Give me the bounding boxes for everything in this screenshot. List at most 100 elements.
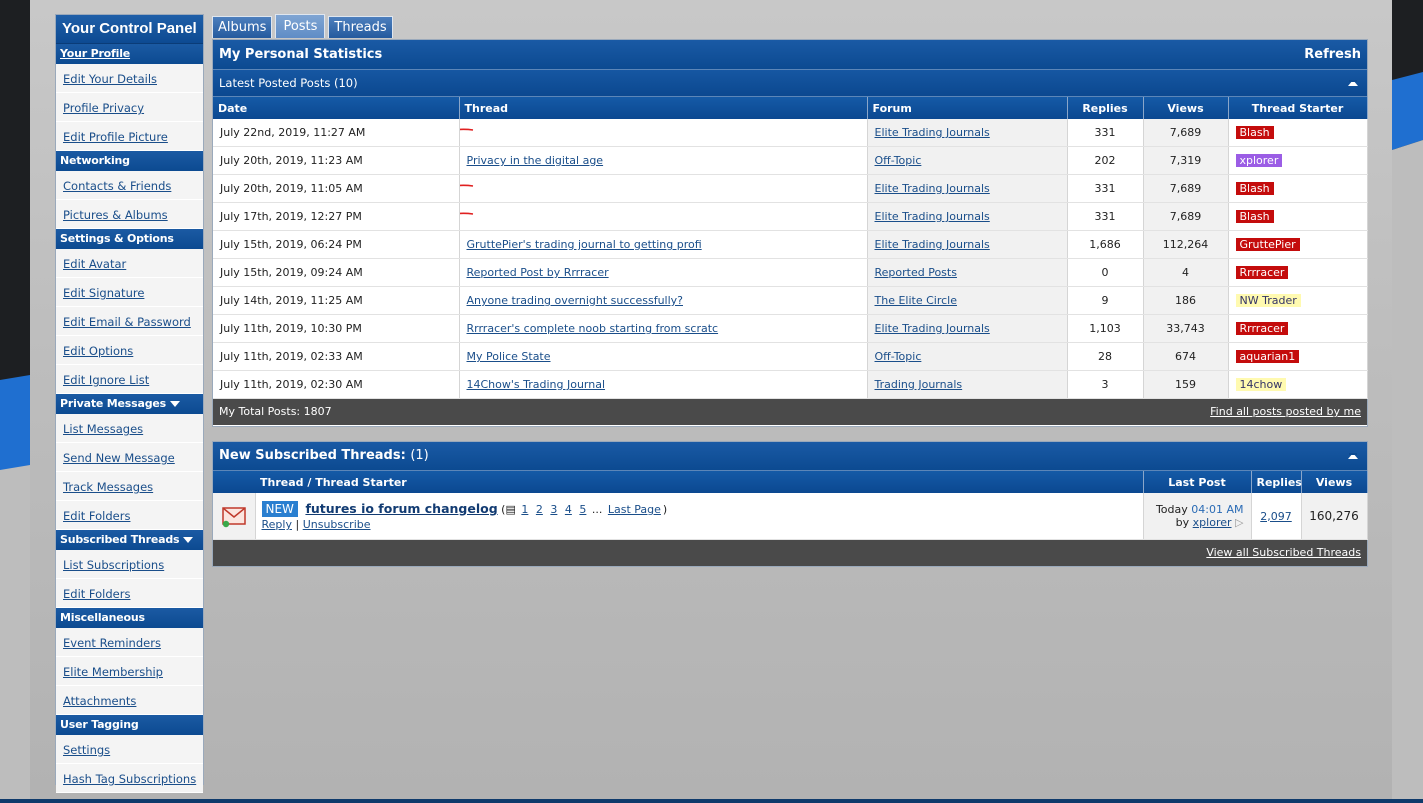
- forum-cell-link[interactable]: Off-Topic: [875, 154, 922, 167]
- sidebar-section-private-messages[interactable]: Private Messages: [56, 394, 203, 414]
- refresh-button[interactable]: Refresh: [1304, 40, 1361, 69]
- page-link-5[interactable]: 5: [579, 503, 586, 516]
- sidebar-section-your-profile[interactable]: Your Profile: [56, 44, 203, 64]
- sidebar-link-attachments[interactable]: Attachments: [63, 694, 136, 708]
- sidebar-link-settings[interactable]: Settings: [63, 743, 110, 757]
- sidebar-link-hash-tag-subscriptions[interactable]: Hash Tag Subscriptions: [63, 772, 196, 786]
- thread-cell-link[interactable]: Anyone trading overnight successfully?: [467, 294, 684, 307]
- table-row: July 11th, 2019, 02:33 AM My Police State…: [213, 342, 1368, 371]
- sidebar-link-edit-ignore-list[interactable]: Edit Ignore List: [63, 373, 149, 387]
- column-header-thread-starter[interactable]: Thread Starter: [1228, 97, 1368, 119]
- thread-cell-link[interactable]: Privacy in the digital age: [467, 154, 604, 167]
- sidebar-link-list-messages[interactable]: List Messages: [63, 422, 143, 436]
- column-header-replies[interactable]: Replies: [1067, 97, 1144, 119]
- view-all-subscribed-link[interactable]: View all Subscribed Threads: [1206, 540, 1361, 566]
- sidebar-link-edit-options[interactable]: Edit Options: [63, 344, 133, 358]
- thread-starter-badge[interactable]: Rrrracer: [1235, 322, 1289, 335]
- views-cell: 159: [1143, 370, 1229, 399]
- views-cell: 7,689: [1143, 119, 1229, 147]
- subscribed-title-wrap: New Subscribed Threads: (1): [219, 442, 429, 470]
- latest-posts-table: Date Thread Forum Replies Views Thread S…: [213, 97, 1368, 399]
- collapse-icon[interactable]: [1348, 453, 1358, 459]
- replies-cell: 331: [1067, 119, 1144, 147]
- sidebar-section-label: Subscribed Threads: [60, 533, 180, 546]
- last-post-user-link[interactable]: xplorer: [1193, 516, 1232, 529]
- sidebar-link-contacts-friends[interactable]: Contacts & Friends: [63, 179, 171, 193]
- thread-starter-badge[interactable]: aquarian1: [1235, 350, 1300, 363]
- sidebar-link-edit-folders[interactable]: Edit Folders: [63, 587, 130, 601]
- sidebar-section-settings-options: Settings & Options: [56, 229, 203, 249]
- sidebar-link-pictures-albums[interactable]: Pictures & Albums: [63, 208, 168, 222]
- column-header-views[interactable]: Views: [1301, 471, 1368, 493]
- replies-link[interactable]: 2,097: [1260, 510, 1292, 523]
- collapse-icon[interactable]: [1348, 80, 1358, 86]
- thread-title-link[interactable]: futures io forum changelog: [305, 501, 497, 516]
- thread-cell-link[interactable]: Rrrracer's complete noob starting from s…: [467, 322, 719, 335]
- find-all-posts-link[interactable]: Find all posts posted by me: [1210, 399, 1361, 425]
- column-header-date[interactable]: Date: [213, 97, 460, 119]
- last-page-link[interactable]: Last Page: [608, 503, 661, 516]
- forum-cell-link[interactable]: Elite Trading Journals: [875, 322, 990, 335]
- column-header-views[interactable]: Views: [1143, 97, 1229, 119]
- caret-down-icon[interactable]: [170, 401, 181, 407]
- sidebar-link-edit-signature[interactable]: Edit Signature: [63, 286, 144, 300]
- column-header-thread-starter[interactable]: Thread / Thread Starter: [255, 471, 1144, 493]
- sidebar-link-send-new-message[interactable]: Send New Message: [63, 451, 175, 465]
- thread-starter-badge[interactable]: GruttePier: [1235, 238, 1300, 251]
- column-header-thread[interactable]: Thread: [459, 97, 868, 119]
- forum-cell-link[interactable]: Elite Trading Journals: [875, 238, 990, 251]
- sidebar-link-track-messages[interactable]: Track Messages: [63, 480, 153, 494]
- date-cell: July 15th, 2019, 06:24 PM: [213, 230, 460, 259]
- views-cell: 33,743: [1143, 314, 1229, 343]
- sidebar-link-edit-folders[interactable]: Edit Folders: [63, 509, 130, 523]
- column-header-last-post[interactable]: Last Post: [1143, 471, 1252, 493]
- thread-cell-link[interactable]: My Police State: [467, 350, 551, 363]
- unsubscribe-link[interactable]: Unsubscribe: [303, 518, 371, 531]
- thread-starter-badge[interactable]: NW Trader: [1235, 294, 1301, 307]
- sidebar-link-edit-profile-picture[interactable]: Edit Profile Picture: [63, 130, 168, 144]
- caret-down-icon[interactable]: [183, 537, 194, 543]
- column-header-replies[interactable]: Replies: [1251, 471, 1302, 493]
- thread-cell-link[interactable]: GruttePier's trading journal to getting …: [467, 238, 702, 251]
- sidebar-title: Your Control Panel: [56, 15, 203, 44]
- forum-cell-link[interactable]: Reported Posts: [875, 266, 957, 279]
- thread-starter-badge[interactable]: Rrrracer: [1235, 266, 1289, 279]
- thread-starter-badge[interactable]: Blash: [1235, 210, 1274, 223]
- forum-cell-link[interactable]: Elite Trading Journals: [875, 126, 990, 139]
- sidebar-link-event-reminders[interactable]: Event Reminders: [63, 636, 161, 650]
- sidebar-item-send-new-message: Send New Message: [56, 443, 203, 472]
- tab-posts[interactable]: Posts: [275, 14, 326, 38]
- page-link-2[interactable]: 2: [536, 503, 543, 516]
- thread-cell-link[interactable]: Reported Post by Rrrracer: [467, 266, 609, 279]
- column-header-forum[interactable]: Forum: [867, 97, 1068, 119]
- replies-cell: 9: [1067, 286, 1144, 315]
- tab-albums[interactable]: Albums: [212, 16, 273, 38]
- sidebar-link-edit-avatar[interactable]: Edit Avatar: [63, 257, 126, 271]
- reply-link[interactable]: Reply: [262, 518, 292, 531]
- sidebar-link-list-subscriptions[interactable]: List Subscriptions: [63, 558, 164, 572]
- thread-starter-badge[interactable]: Blash: [1235, 182, 1274, 195]
- page-link-1[interactable]: 1: [521, 503, 528, 516]
- page-link-4[interactable]: 4: [565, 503, 572, 516]
- bottom-strip: [0, 799, 1423, 803]
- sidebar-link-profile-privacy[interactable]: Profile Privacy: [63, 101, 144, 115]
- tab-threads[interactable]: Threads: [328, 16, 393, 38]
- sidebar-link-elite-membership[interactable]: Elite Membership: [63, 665, 163, 679]
- thread-starter-badge[interactable]: 14chow: [1235, 378, 1287, 391]
- statistics-footer: My Total Posts: 1807 Find all posts post…: [213, 399, 1367, 425]
- sidebar-link-edit-your-details[interactable]: Edit Your Details: [63, 72, 157, 86]
- thread-cell-link[interactable]: 14Chow's Trading Journal: [467, 378, 606, 391]
- page-link-3[interactable]: 3: [550, 503, 557, 516]
- forum-cell-link[interactable]: Off-Topic: [875, 350, 922, 363]
- forum-cell-link[interactable]: Elite Trading Journals: [875, 182, 990, 195]
- forum-cell-link[interactable]: The Elite Circle: [875, 294, 957, 307]
- thread-starter-badge[interactable]: xplorer: [1235, 154, 1283, 167]
- table-row: July 20th, 2019, 11:23 AM Privacy in the …: [213, 146, 1368, 175]
- goto-last-post-icon[interactable]: ▷: [1235, 516, 1243, 529]
- forum-cell-link[interactable]: Elite Trading Journals: [875, 210, 990, 223]
- thread-starter-badge[interactable]: Blash: [1235, 126, 1274, 139]
- sidebar-section-subscribed-threads[interactable]: Subscribed Threads: [56, 530, 203, 550]
- sidebar-link-edit-email-password[interactable]: Edit Email & Password: [63, 315, 191, 329]
- forum-cell-link[interactable]: Trading Journals: [875, 378, 963, 391]
- table-row: July 20th, 2019, 11:05 AM Elite Trading J…: [213, 174, 1368, 203]
